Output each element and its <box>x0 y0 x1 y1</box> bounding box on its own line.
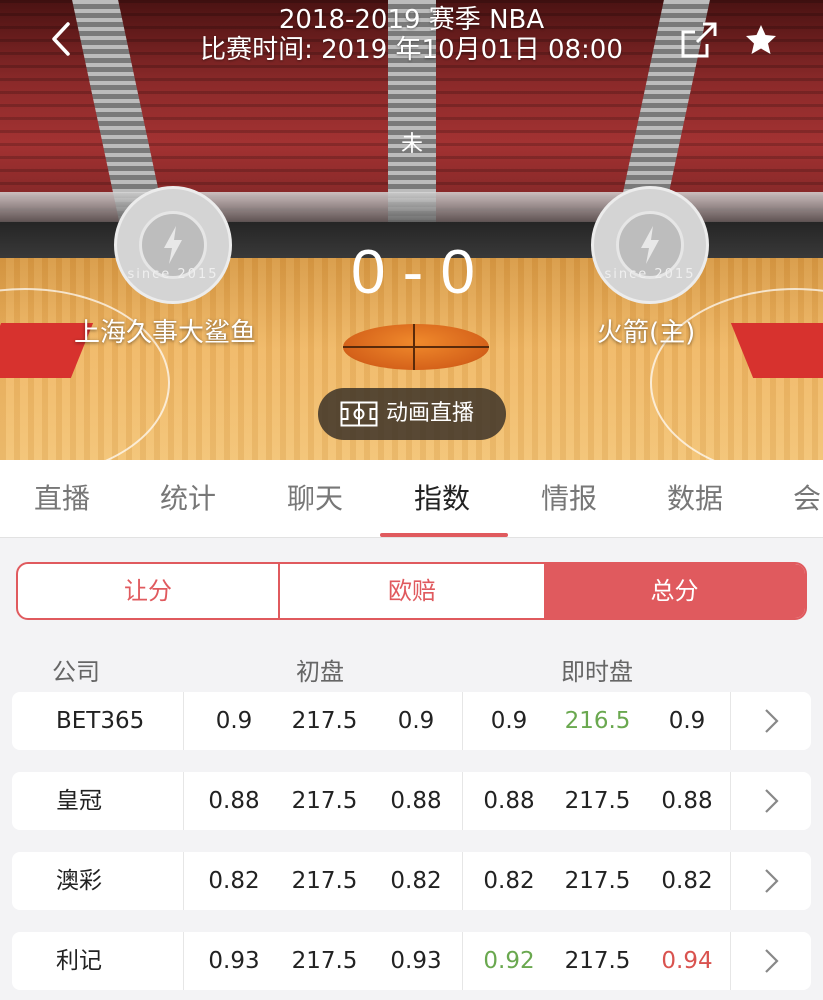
away-team-name[interactable]: 火箭(主) <box>597 312 695 349</box>
divider <box>462 692 463 750</box>
logo-caption: since 2015 <box>127 267 219 282</box>
divider <box>730 692 731 750</box>
home-team-name[interactable]: 上海久事大鲨鱼 <box>74 312 256 349</box>
column-initial: 初盘 <box>296 658 344 686</box>
live-under: 0.82 <box>661 868 713 894</box>
logo-caption: since 2015 <box>604 267 696 282</box>
column-company: 公司 <box>52 658 100 686</box>
odds-row[interactable]: 皇冠 0.88 217.5 0.88 0.88 217.5 0.88 <box>12 772 811 830</box>
divider <box>183 772 184 830</box>
live-under: 0.9 <box>668 708 706 734</box>
active-tab-indicator <box>380 533 508 537</box>
tab-intel[interactable]: 情报 <box>541 482 597 516</box>
segment-european[interactable]: 欧赔 <box>280 564 544 618</box>
live-line: 217.5 <box>564 868 631 894</box>
initial-under: 0.88 <box>390 788 442 814</box>
divider <box>730 932 731 990</box>
initial-line: 217.5 <box>291 948 358 974</box>
tab-live[interactable]: 直播 <box>34 482 90 516</box>
tab-bar: 直播 统计 聊天 指数 情报 数据 会 <box>0 460 823 538</box>
initial-line: 217.5 <box>291 868 358 894</box>
odds-type-segment: 让分 欧赔 总分 <box>16 562 807 620</box>
company-name: 皇冠 <box>56 788 102 814</box>
tab-data[interactable]: 数据 <box>667 482 723 516</box>
chevron-right-icon[interactable] <box>760 707 782 735</box>
divider <box>183 692 184 750</box>
odds-row[interactable]: 澳彩 0.82 217.5 0.82 0.82 217.5 0.82 <box>12 852 811 910</box>
match-status: 未 <box>400 132 423 157</box>
live-line: 217.5 <box>564 788 631 814</box>
live-over: 0.92 <box>483 948 535 974</box>
initial-under: 0.93 <box>390 948 442 974</box>
tab-stats[interactable]: 统计 <box>160 482 216 516</box>
initial-over: 0.9 <box>215 708 253 734</box>
tab-more[interactable]: 会 <box>793 482 821 516</box>
divider <box>183 932 184 990</box>
chevron-right-icon[interactable] <box>760 787 782 815</box>
initial-under: 0.82 <box>390 868 442 894</box>
away-team-logo[interactable]: since 2015 <box>591 186 709 304</box>
initial-line: 217.5 <box>291 788 358 814</box>
center-court-logo <box>343 324 489 370</box>
animation-live-label: 动画直播 <box>386 401 475 426</box>
court-icon <box>340 401 378 427</box>
odds-row[interactable]: 利记 0.93 217.5 0.93 0.92 217.5 0.94 <box>12 932 811 990</box>
segment-total[interactable]: 总分 <box>544 564 805 618</box>
divider <box>462 932 463 990</box>
chevron-right-icon[interactable] <box>760 947 782 975</box>
company-name: 澳彩 <box>56 868 102 894</box>
divider <box>730 772 731 830</box>
home-team-logo[interactable]: since 2015 <box>114 186 232 304</box>
initial-over: 0.93 <box>208 948 260 974</box>
live-over: 0.9 <box>490 708 528 734</box>
animation-live-button[interactable]: 动画直播 <box>318 388 506 440</box>
match-score: 0 - 0 <box>350 238 476 307</box>
company-name: 利记 <box>56 948 102 974</box>
divider <box>730 852 731 910</box>
match-time: 比赛时间: 2019 年10月01日 08:00 <box>200 35 623 65</box>
initial-under: 0.9 <box>397 708 435 734</box>
initial-line: 217.5 <box>291 708 358 734</box>
live-under: 0.94 <box>661 948 713 974</box>
segment-handicap[interactable]: 让分 <box>18 564 280 618</box>
live-under: 0.88 <box>661 788 713 814</box>
company-name: BET365 <box>56 708 145 734</box>
column-live: 即时盘 <box>561 658 633 686</box>
tab-chat[interactable]: 聊天 <box>287 482 343 516</box>
chevron-right-icon[interactable] <box>760 867 782 895</box>
tab-odds[interactable]: 指数 <box>414 482 470 516</box>
odds-row[interactable]: BET365 0.9 217.5 0.9 0.9 216.5 0.9 <box>12 692 811 750</box>
initial-over: 0.88 <box>208 788 260 814</box>
divider <box>462 772 463 830</box>
divider <box>462 852 463 910</box>
live-line: 216.5 <box>564 708 631 734</box>
live-over: 0.82 <box>483 868 535 894</box>
match-header: 2018-2019 赛季 NBA 比赛时间: 2019 年10月01日 08:0… <box>0 0 823 460</box>
initial-over: 0.82 <box>208 868 260 894</box>
divider <box>183 852 184 910</box>
live-line: 217.5 <box>564 948 631 974</box>
season-title: 2018-2019 赛季 NBA <box>278 5 545 35</box>
live-over: 0.88 <box>483 788 535 814</box>
